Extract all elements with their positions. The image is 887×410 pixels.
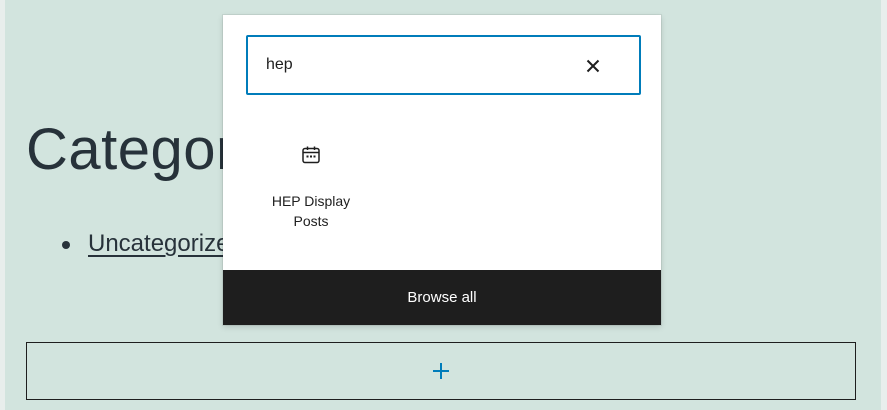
search-input[interactable] [266,51,566,79]
search-field [246,35,641,95]
editor-right-edge [881,0,887,410]
editor-left-edge [0,0,5,410]
block-inserter-popover: HEP Display Posts Browse all [223,15,661,325]
add-block-button[interactable] [26,342,856,400]
list-item: Uncategorized [62,230,243,258]
plus-icon [433,363,449,379]
block-result-item[interactable]: HEP Display Posts [261,133,361,243]
browse-all-button[interactable]: Browse all [223,270,661,325]
calendar-icon [302,146,320,164]
block-result-label: HEP Display Posts [271,193,351,229]
bullet-icon [62,241,70,249]
categories-list: Uncategorized [62,230,243,258]
clear-search-button[interactable] [581,54,605,78]
close-icon [586,59,600,73]
category-link[interactable]: Uncategorized [88,230,243,257]
